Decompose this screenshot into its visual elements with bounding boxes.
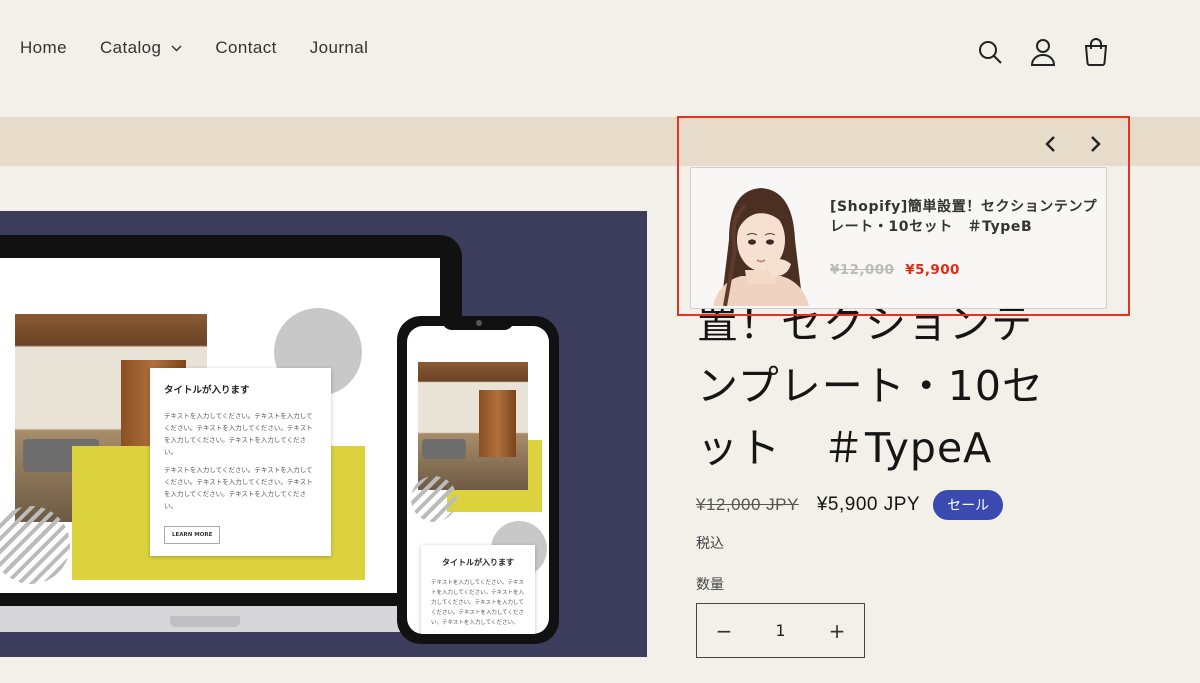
- quantity-label: 数量: [696, 577, 724, 593]
- tax-note: 税込: [696, 536, 724, 552]
- chevron-down-icon: [171, 44, 182, 52]
- product-avatar: [699, 180, 817, 306]
- popup-prev-button[interactable]: [1035, 130, 1065, 158]
- nav-catalog[interactable]: Catalog: [100, 38, 182, 58]
- woman-illustration-icon: [713, 188, 809, 306]
- site-header: Home Catalog Contact Journal: [0, 0, 1200, 117]
- product-title-line-3: ット ＃TypeA: [697, 424, 993, 472]
- quantity-stepper: − 1 +: [696, 603, 865, 658]
- nav-journal[interactable]: Journal: [310, 38, 369, 58]
- phone-decor-stripes: [411, 476, 457, 522]
- phone-content-card: タイトルが入ります テキストを入力してください。テキストを入力してください。テキ…: [421, 545, 535, 634]
- search-icon: [979, 41, 1002, 64]
- phone-notch: [442, 316, 514, 330]
- laptop-mockup: タイトルが入ります テキストを入力してください。テキストを入力してください。テキ…: [0, 235, 462, 618]
- phone-room-photo: [418, 362, 528, 490]
- laptop-content-card: タイトルが入ります テキストを入力してください。テキストを入力してください。テキ…: [150, 368, 331, 556]
- recommended-regular-price: ¥12,000: [830, 262, 895, 278]
- cart-icon: [1084, 38, 1108, 66]
- product-media[interactable]: タイトルが入ります テキストを入力してください。テキストを入力してください。テキ…: [0, 211, 647, 657]
- quantity-increase-button[interactable]: +: [810, 619, 864, 643]
- regular-price: ¥12,000 JPY: [696, 495, 799, 514]
- product-title: 置！セクションテ ンプレート・10セ ット ＃TypeA: [697, 293, 1117, 479]
- recommended-product-title[interactable]: [Shopify]簡単設置！セクションテンプレート・10セット ＃TypeB: [830, 197, 1102, 237]
- price-row: ¥12,000 JPY ¥5,900 JPY セール: [696, 490, 1004, 520]
- popup-next-button[interactable]: [1081, 130, 1111, 158]
- quantity-decrease-button[interactable]: −: [697, 619, 751, 643]
- chevron-left-icon: [1045, 136, 1055, 152]
- nav-contact-label: Contact: [215, 38, 277, 57]
- nav-catalog-label: Catalog: [99, 38, 162, 57]
- nav-journal-label: Journal: [309, 38, 369, 57]
- recommended-sale-price: ¥5,900: [905, 262, 960, 278]
- product-title-line-2: ンプレート・10セ: [697, 362, 1044, 410]
- phone-screen: タイトルが入ります テキストを入力してください。テキストを入力してください。テキ…: [407, 326, 549, 634]
- popup-arrows: [1035, 130, 1127, 158]
- decor-stripes: [0, 506, 70, 584]
- main-nav: Home Catalog Contact Journal: [20, 38, 401, 58]
- laptop-screen: タイトルが入ります テキストを入力してください。テキストを入力してください。テキ…: [0, 258, 440, 593]
- account-button[interactable]: [1025, 34, 1061, 70]
- phone-mockup: タイトルが入ります テキストを入力してください。テキストを入力してください。テキ…: [397, 316, 559, 644]
- account-icon: [1030, 39, 1056, 66]
- nav-home[interactable]: Home: [20, 38, 67, 58]
- sale-badge: セール: [933, 490, 1004, 520]
- recommended-product-card[interactable]: [Shopify]簡単設置！セクションテンプレート・10セット ＃TypeB ¥…: [690, 167, 1107, 309]
- quantity-input[interactable]: 1: [751, 621, 810, 640]
- laptop-notch: [170, 616, 240, 627]
- learn-more-button: LEARN MORE: [164, 526, 221, 544]
- chevron-right-icon: [1091, 136, 1101, 152]
- cart-button[interactable]: [1078, 34, 1114, 70]
- nav-home-label: Home: [20, 38, 67, 57]
- search-button[interactable]: [972, 34, 1008, 70]
- header-icons: [972, 34, 1131, 70]
- laptop-card-text-1: テキストを入力してください。テキストを入力してください。テキストを入力してくださ…: [164, 412, 313, 456]
- nav-contact[interactable]: Contact: [215, 38, 276, 58]
- sale-price: ¥5,900 JPY: [816, 494, 921, 515]
- laptop-card-title: タイトルが入ります: [164, 385, 250, 396]
- recommended-product-prices: ¥12,000 ¥5,900: [830, 262, 960, 278]
- phone-card-title: タイトルが入ります: [442, 558, 514, 567]
- phone-card-text: テキストを入力してください。テキストを入力してください。テキストを入力してくださ…: [431, 580, 525, 626]
- laptop-card-text-2: テキストを入力してください。テキストを入力してください。テキストを入力してくださ…: [164, 466, 313, 510]
